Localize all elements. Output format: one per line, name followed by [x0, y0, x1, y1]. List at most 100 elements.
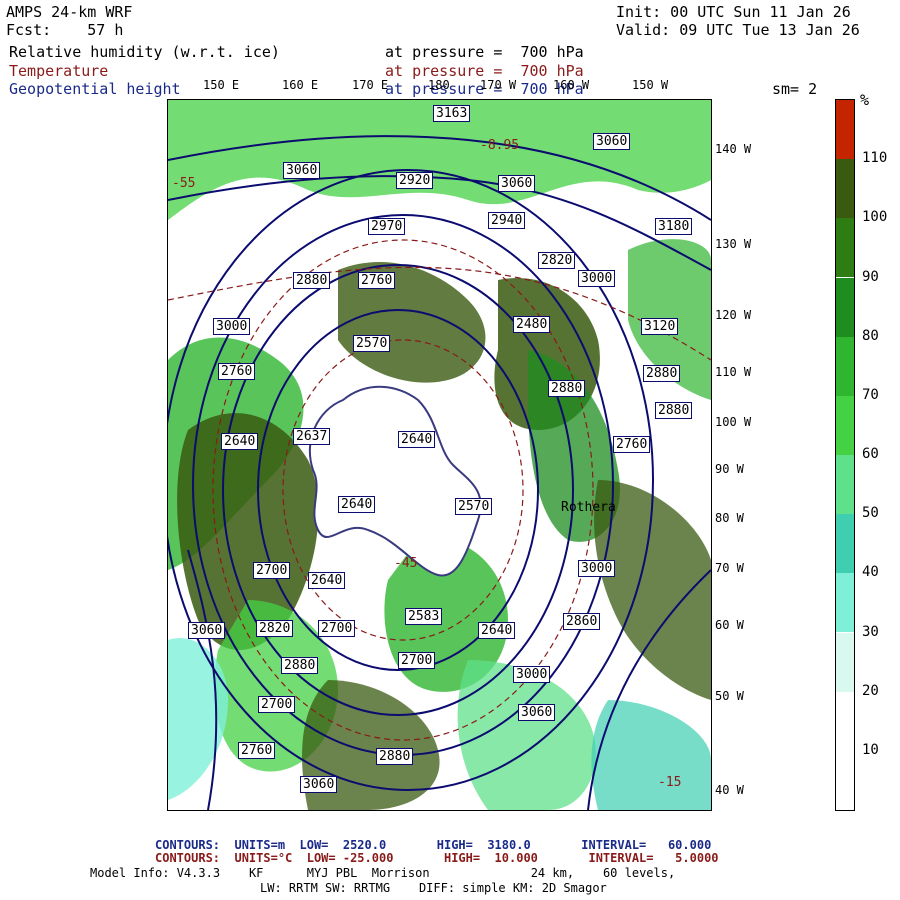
- colorbar-tick-label: 80: [862, 327, 879, 344]
- colorbar-tick-label: 90: [862, 268, 879, 285]
- colorbar-tick-label: 110: [862, 150, 888, 167]
- antarctica-landmass: [308, 385, 482, 577]
- height-label: 2640: [398, 431, 436, 448]
- init-time: Init: 00 UTC Sun 11 Jan 26: [616, 3, 851, 21]
- lat-label: 90 W: [715, 462, 744, 476]
- field-height-name: Geopotential height: [9, 80, 181, 98]
- colorbar-segment: [836, 514, 854, 574]
- lat-label: 70 W: [715, 561, 744, 575]
- footer-temp-contours: CONTOURS: UNITS=°C LOW= -25.000 HIGH= 10…: [155, 851, 719, 865]
- colorbar-tick-label: 40: [862, 564, 879, 581]
- smoothing-label: sm= 2: [772, 80, 818, 98]
- height-label: 3060: [283, 162, 321, 179]
- height-label: 2760: [218, 363, 256, 380]
- height-label: 2583: [405, 608, 443, 625]
- colorbar-segment: [836, 277, 854, 337]
- colorbar-segment: [836, 455, 854, 515]
- lon-label: 180: [428, 78, 450, 92]
- colorbar-segment: [836, 573, 854, 633]
- height-label: 2700: [318, 620, 356, 637]
- height-label: 3000: [578, 270, 616, 287]
- colorbar-segment: [836, 159, 854, 219]
- temperature-label: -15: [658, 775, 682, 790]
- height-label: 3060: [498, 175, 536, 192]
- height-label: 3180: [655, 218, 693, 235]
- lat-label: 130 W: [715, 237, 752, 251]
- height-label: 2920: [396, 172, 434, 189]
- field-temp-name: Temperature: [9, 62, 109, 80]
- height-label: 3060: [188, 622, 226, 639]
- height-label: 2880: [281, 657, 319, 674]
- footer-model-info: Model Info: V4.3.3 KF MYJ PBL Morrison 2…: [90, 866, 676, 880]
- lat-label: 100 W: [715, 415, 752, 429]
- height-label: 3163: [433, 105, 471, 122]
- colorbar-segment: [836, 750, 854, 810]
- lat-label: 110 W: [715, 365, 752, 379]
- field-temp-level: at pressure = 700 hPa: [385, 62, 584, 80]
- lon-label: 150 E: [203, 78, 240, 92]
- colorbar-unit: %: [860, 91, 870, 109]
- lat-label: 50 W: [715, 689, 744, 703]
- colorbar-segment: [836, 632, 854, 692]
- colorbar-tick-label: 10: [862, 741, 879, 758]
- lat-label: 40 W: [715, 783, 744, 797]
- height-label: 3000: [578, 560, 616, 577]
- valid-time: Valid: 09 UTC Tue 13 Jan 26: [616, 21, 860, 39]
- height-label: 2570: [455, 498, 493, 515]
- colorbar-segment: [836, 336, 854, 396]
- height-label: 3120: [641, 318, 679, 335]
- colorbar-tick-label: 20: [862, 682, 879, 699]
- height-label: 2640: [478, 622, 516, 639]
- field-rh-level: at pressure = 700 hPa: [385, 43, 584, 61]
- height-label: 2700: [253, 562, 291, 579]
- height-label: 2700: [398, 652, 436, 669]
- lon-label: 160 W: [553, 78, 590, 92]
- colorbar-segment: [836, 218, 854, 278]
- lat-label: 140 W: [715, 142, 752, 156]
- height-label: 2880: [548, 380, 586, 397]
- lat-label: 120 W: [715, 308, 752, 322]
- height-label: 2880: [643, 365, 681, 382]
- height-label: 2760: [238, 742, 276, 759]
- height-label: 2640: [308, 572, 346, 589]
- colorbar-tick-label: 50: [862, 505, 879, 522]
- height-label: 3060: [300, 776, 338, 793]
- height-label: 2880: [376, 748, 414, 765]
- height-label: 2880: [655, 402, 693, 419]
- height-label: 3060: [593, 133, 631, 150]
- forecast-hour: Fcst: 57 h: [6, 21, 124, 39]
- colorbar-tick-label: 100: [862, 209, 888, 226]
- temperature-label: -45: [394, 556, 418, 571]
- height-label: 2860: [563, 613, 601, 630]
- height-label: 2640: [338, 496, 376, 513]
- colorbar-segment: [836, 100, 854, 160]
- height-label: 2880: [293, 272, 331, 289]
- height-label: 2820: [256, 620, 294, 637]
- field-rh-name: Relative humidity (w.r.t. ice): [9, 43, 280, 61]
- height-label: 2820: [538, 252, 576, 269]
- height-label: 2760: [613, 436, 651, 453]
- lon-label: 150 W: [632, 78, 669, 92]
- map-graphic: [168, 100, 711, 810]
- colorbar-tick-label: 60: [862, 446, 879, 462]
- station-label-rothera: Rothera: [561, 500, 616, 515]
- height-label: 2480: [513, 316, 551, 333]
- height-label: 3000: [513, 666, 551, 683]
- lon-label: 160 E: [282, 78, 319, 92]
- temperature-label: -55: [172, 176, 196, 191]
- height-label: 2970: [368, 218, 406, 235]
- height-label: 2940: [488, 212, 526, 229]
- height-label: 3060: [518, 704, 556, 721]
- height-label: 2637: [293, 428, 331, 445]
- height-label: 2570: [353, 335, 391, 352]
- colorbar-tick-label: 70: [862, 386, 879, 403]
- colorbar-tick-label: 30: [862, 623, 879, 640]
- height-label: 2640: [221, 433, 259, 450]
- model-title: AMPS 24-km WRF: [6, 3, 133, 21]
- colorbar-segment: [836, 691, 854, 751]
- footer-height-contours: CONTOURS: UNITS=m LOW= 2520.0 HIGH= 3180…: [155, 838, 712, 852]
- footer-physics: LW: RRTM SW: RRTMG DIFF: simple KM: 2D S…: [260, 881, 607, 895]
- lon-label: 170 W: [480, 78, 517, 92]
- height-label: 2700: [258, 696, 296, 713]
- height-label: 3000: [213, 318, 251, 335]
